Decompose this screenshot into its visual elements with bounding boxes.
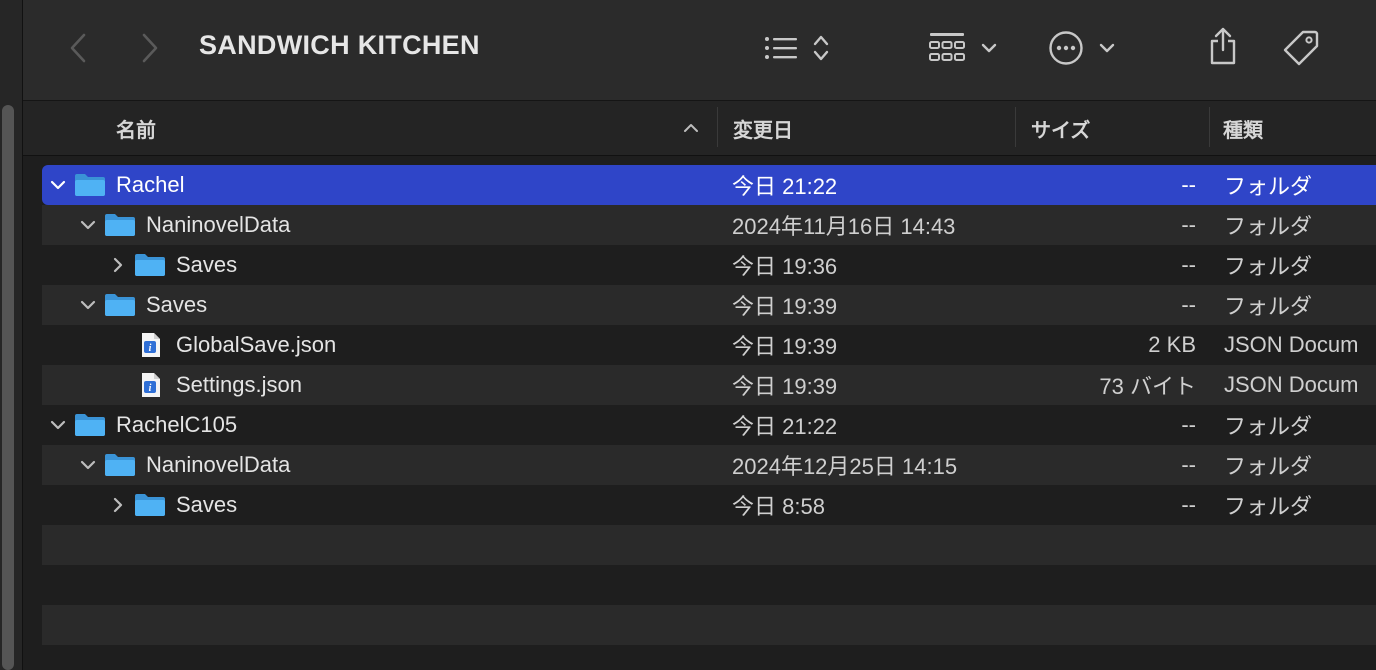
sort-updown-icon[interactable] (809, 30, 833, 66)
item-name: RachelC105 (116, 412, 238, 437)
folder-icon (134, 253, 166, 277)
disclosure-collapsed-icon[interactable] (108, 245, 128, 285)
column-date-header[interactable]: 変更日 (733, 101, 793, 155)
json-file-icon: i (134, 373, 166, 397)
item-size: -- (1181, 172, 1196, 197)
item-name: NaninovelData (146, 212, 291, 237)
disclosure-expanded-icon[interactable] (78, 285, 98, 325)
disclosure-collapsed-icon[interactable] (108, 485, 128, 525)
empty-row (42, 565, 1376, 605)
item-name: Saves (176, 252, 238, 277)
item-name: Settings.json (176, 372, 302, 397)
item-name: Rachel (116, 172, 185, 197)
more-icon[interactable] (1046, 28, 1086, 68)
file-row[interactable]: i GlobalSave.json 今日 19:39 2 KB JSON Docum (42, 325, 1376, 365)
item-kind: フォルダ (1224, 174, 1313, 199)
item-size: -- (1181, 252, 1196, 277)
item-date: 今日 21:22 (732, 414, 838, 439)
disclosure-expanded-icon[interactable] (78, 445, 98, 485)
sidebar-edge (0, 0, 23, 670)
item-kind: フォルダ (1224, 454, 1313, 479)
folder-row[interactable]: Rachel 今日 21:22 -- フォルダ (42, 165, 1376, 205)
item-date: 今日 21:22 (732, 174, 838, 199)
item-date: 2024年12月25日 14:15 (732, 454, 958, 479)
item-date: 今日 19:36 (732, 254, 838, 279)
item-size: -- (1181, 292, 1196, 317)
item-kind: フォルダ (1224, 254, 1313, 279)
item-size: -- (1181, 412, 1196, 437)
finder-window: SANDWICH KITCHEN 名前 変更日 サイズ 種類 Rachel 今日… (0, 0, 1376, 670)
disclosure-expanded-icon[interactable] (78, 205, 98, 245)
folder-icon (104, 213, 136, 237)
column-divider[interactable] (1015, 107, 1016, 147)
empty-row (42, 525, 1376, 565)
share-icon[interactable] (1203, 24, 1243, 68)
folder-row[interactable]: Saves 今日 8:58 -- フォルダ (42, 485, 1376, 525)
folder-row[interactable]: NaninovelData 2024年11月16日 14:43 -- フォルダ (42, 205, 1376, 245)
item-name: Saves (146, 292, 208, 317)
svg-text:i: i (149, 383, 152, 394)
column-name-header[interactable]: 名前 (116, 101, 156, 155)
folder-row[interactable]: NaninovelData 2024年12月25日 14:15 -- フォルダ (42, 445, 1376, 485)
column-size-header[interactable]: サイズ (1031, 101, 1090, 155)
item-date: 今日 19:39 (732, 334, 838, 359)
folder-icon (134, 493, 166, 517)
toolbar: SANDWICH KITCHEN (23, 0, 1376, 101)
column-kind-header[interactable]: 種類 (1223, 101, 1263, 155)
item-kind: フォルダ (1224, 494, 1313, 519)
disclosure-expanded-icon[interactable] (48, 165, 68, 205)
chevron-down-icon[interactable] (978, 36, 1000, 60)
item-name: Saves (176, 492, 238, 517)
more-chevron-down-icon[interactable] (1096, 36, 1118, 60)
item-size: 2 KB (1148, 332, 1196, 357)
folder-icon (74, 173, 106, 197)
item-kind: フォルダ (1224, 294, 1313, 319)
item-date: 今日 19:39 (732, 294, 838, 319)
folder-row[interactable]: Saves 今日 19:39 -- フォルダ (42, 285, 1376, 325)
item-name: GlobalSave.json (176, 332, 337, 357)
column-header: 名前 変更日 サイズ 種類 (23, 101, 1376, 156)
window-title: SANDWICH KITCHEN (199, 30, 480, 60)
file-list: Rachel 今日 21:22 -- フォルダ NaninovelData 2024年1… (42, 165, 1376, 670)
folder-icon (104, 293, 136, 317)
sort-ascending-icon[interactable] (681, 119, 701, 137)
item-kind: JSON Docum (1224, 332, 1359, 357)
json-file-icon: i (134, 333, 166, 357)
item-size: -- (1181, 212, 1196, 237)
item-size: -- (1181, 452, 1196, 477)
back-icon[interactable] (63, 30, 93, 66)
tag-icon[interactable] (1279, 26, 1323, 70)
folder-icon (104, 453, 136, 477)
item-kind: JSON Docum (1224, 372, 1359, 397)
column-divider[interactable] (1209, 107, 1210, 147)
column-divider[interactable] (717, 107, 718, 147)
item-kind: フォルダ (1224, 214, 1313, 239)
group-grid-icon[interactable] (926, 28, 968, 68)
item-size: -- (1181, 492, 1196, 517)
list-view-icon[interactable] (761, 30, 801, 66)
sidebar-scrollbar[interactable] (2, 105, 14, 670)
item-size: 73 バイト (1099, 374, 1196, 399)
item-date: 2024年11月16日 14:43 (732, 214, 956, 239)
folder-row[interactable]: RachelC105 今日 21:22 -- フォルダ (42, 405, 1376, 445)
empty-row (42, 605, 1376, 645)
folder-icon (74, 413, 106, 437)
item-date: 今日 8:58 (732, 494, 825, 519)
svg-text:i: i (149, 343, 152, 354)
folder-row[interactable]: Saves 今日 19:36 -- フォルダ (42, 245, 1376, 285)
item-date: 今日 19:39 (732, 374, 838, 399)
disclosure-expanded-icon[interactable] (48, 405, 68, 445)
forward-icon[interactable] (135, 30, 165, 66)
file-row[interactable]: i Settings.json 今日 19:39 73 バイト JSON Docum (42, 365, 1376, 405)
item-name: NaninovelData (146, 452, 291, 477)
item-kind: フォルダ (1224, 414, 1313, 439)
